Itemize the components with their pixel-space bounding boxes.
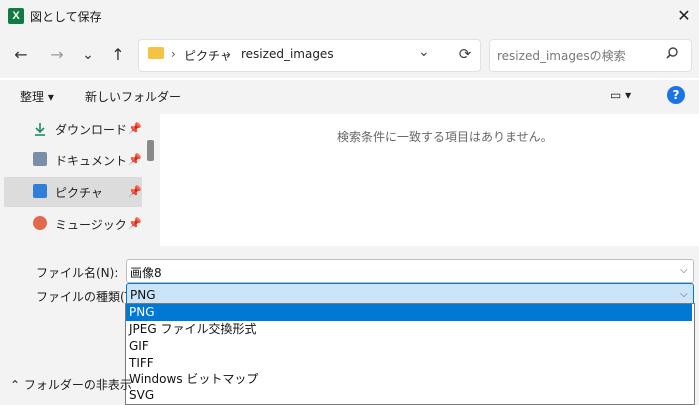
filetype-option[interactable]: Windows ビットマップ: [126, 371, 692, 388]
address-dropdown-icon[interactable]: ⌄: [418, 44, 430, 60]
excel-app-icon: X: [8, 8, 24, 24]
document-icon: [33, 152, 47, 166]
up-arrow-icon[interactable]: ↑: [107, 44, 129, 66]
forward-arrow-icon[interactable]: →: [46, 44, 68, 66]
folder-icon: [148, 47, 164, 59]
back-arrow-icon[interactable]: ←: [10, 44, 32, 66]
new-folder-button[interactable]: 新しいフォルダー: [85, 88, 181, 105]
hide-folders-label: フォルダーの非表示: [23, 378, 132, 392]
pin-icon[interactable]: 📌: [128, 122, 142, 135]
pin-icon[interactable]: 📌: [128, 153, 142, 166]
sidebar-scrollbar[interactable]: [147, 140, 154, 161]
music-icon: [33, 216, 47, 230]
help-icon[interactable]: ?: [667, 86, 685, 104]
filename-field[interactable]: [126, 259, 694, 283]
title-bar: [0, 0, 699, 32]
filetype-value: PNG: [130, 288, 156, 302]
filetype-option[interactable]: GIF: [126, 338, 692, 355]
pictures-icon: [33, 184, 47, 198]
pin-icon[interactable]: 📌: [128, 185, 142, 198]
sidebar-item-label: ピクチャ: [55, 186, 103, 200]
hide-folders-button[interactable]: ⌃ フォルダーの非表示: [10, 376, 132, 393]
breadcrumb-resized-images[interactable]: resized_images: [241, 47, 334, 61]
search-placeholder: resized_imagesの検索: [497, 49, 626, 63]
sidebar-item-label: ミュージック: [55, 218, 127, 232]
empty-message: 検索条件に一致する項目はありません。: [337, 130, 553, 144]
filename-label: ファイル名(N):: [36, 266, 119, 280]
chevron-up-icon: ⌃: [10, 378, 24, 392]
sidebar-item-label: ドキュメント: [55, 154, 128, 168]
chevron-down-icon[interactable]: ⌵: [680, 289, 688, 300]
pin-icon[interactable]: 📌: [128, 217, 142, 230]
window-title: 図として保存: [30, 10, 102, 24]
chevron-down-icon[interactable]: ⌵: [680, 265, 688, 276]
breadcrumb-separator: ›: [171, 47, 176, 61]
filetype-option[interactable]: JPEG ファイル交換形式: [126, 321, 692, 338]
filetype-option[interactable]: TIFF: [126, 355, 692, 372]
organize-button[interactable]: 整理 ▾: [20, 88, 54, 105]
download-icon: [33, 122, 47, 136]
recent-locations-icon[interactable]: ⌄: [77, 44, 99, 66]
breadcrumb-pictures[interactable]: ピクチャ: [184, 47, 232, 64]
close-icon[interactable]: ✕: [672, 4, 696, 28]
refresh-icon[interactable]: ⟳: [455, 44, 475, 64]
filetype-option[interactable]: PNG: [126, 304, 692, 321]
sidebar-item-label: ダウンロード: [55, 123, 128, 137]
filetype-option[interactable]: SVG: [126, 387, 692, 404]
search-icon[interactable]: [664, 46, 680, 62]
filename-value: 画像8: [130, 266, 162, 280]
view-options-button[interactable]: ▭ ▾: [610, 88, 631, 102]
breadcrumb-separator: ›: [226, 47, 231, 61]
